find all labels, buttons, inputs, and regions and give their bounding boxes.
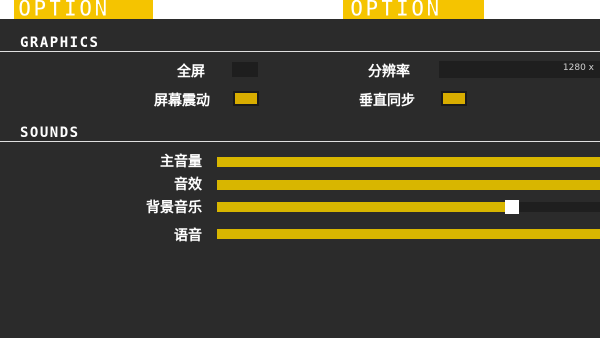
screen-shake-label: 屏幕震动 — [154, 93, 210, 109]
voice-fill — [217, 229, 600, 239]
resolution-label: 分辨率 — [368, 64, 410, 80]
music-slider[interactable] — [217, 200, 600, 214]
sfx-fill — [217, 180, 600, 190]
graphics-divider — [0, 51, 600, 52]
sfx-label: 音效 — [174, 177, 202, 193]
option-header-banner: OPTION OPTION — [0, 0, 600, 19]
banner-stripe — [0, 0, 14, 19]
sounds-divider — [0, 141, 600, 142]
master-volume-label: 主音量 — [160, 154, 202, 170]
music-slider-handle[interactable] — [504, 200, 519, 214]
fullscreen-toggle[interactable] — [232, 62, 258, 77]
banner-stripe — [484, 0, 600, 19]
resolution-select[interactable]: 1280 x — [439, 61, 600, 78]
music-fill — [217, 202, 512, 212]
resolution-value: 1280 x — [562, 63, 594, 73]
vsync-label: 垂直同步 — [359, 93, 415, 109]
banner-title-left: OPTION — [17, 0, 110, 19]
screen-shake-toggle[interactable] — [233, 91, 259, 106]
banner-stripe — [153, 0, 343, 19]
master-volume-slider[interactable] — [217, 157, 600, 167]
sounds-section-title: SOUNDS — [20, 125, 80, 141]
master-volume-fill — [217, 157, 600, 167]
voice-label: 语音 — [174, 228, 202, 244]
music-label: 背景音乐 — [146, 200, 202, 216]
graphics-section-title: GRAPHICS — [20, 35, 100, 51]
vsync-toggle[interactable] — [441, 91, 467, 106]
fullscreen-label: 全屏 — [177, 64, 205, 80]
voice-slider[interactable] — [217, 229, 600, 239]
banner-title-right: OPTION — [349, 0, 442, 19]
sfx-slider[interactable] — [217, 180, 600, 190]
